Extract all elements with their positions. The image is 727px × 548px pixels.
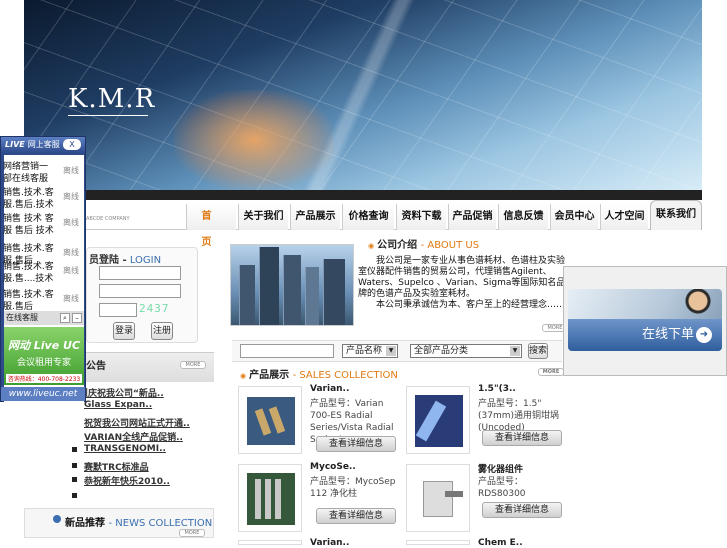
product-name[interactable]: 雾化器组件	[478, 462, 523, 475]
register-button[interactable]: 注册	[151, 322, 173, 340]
news-item[interactable]: Glass Expan..	[71, 400, 152, 410]
nav-subtitle: ABCDE COMPANY	[86, 216, 130, 222]
nav-promotion[interactable]: 产品促销	[448, 204, 496, 230]
nav-download[interactable]: 资料下载	[396, 204, 446, 230]
product-image[interactable]	[406, 386, 470, 454]
news-item[interactable]: TRANSGENOMI..	[72, 444, 166, 454]
login-box: 员登陆 - LOGIN 2437 登录 注册	[86, 247, 198, 343]
product-desc: 产品型号：MycoSep 112 净化柱	[310, 477, 396, 499]
city-photo	[230, 244, 354, 326]
chat-staff-item[interactable]: 销售 技术 客服 售后 技术 离线	[3, 213, 81, 237]
sales-more-button[interactable]: MORE	[538, 368, 564, 376]
chat-footer-link[interactable]: www.liveuc.net	[1, 387, 85, 401]
nav-feedback[interactable]: 信息反馈	[498, 204, 548, 230]
login-button[interactable]: 登录	[113, 322, 135, 340]
chat-staff-item[interactable]: 销售.技术.客服.售后 离线	[3, 289, 81, 313]
online-order-widget[interactable]: 在线下单 ➜	[563, 266, 727, 376]
product-name[interactable]: Varian..	[310, 384, 349, 394]
login-title: 员登陆 - LOGIN	[89, 255, 162, 266]
search-icon[interactable]: ⌕	[60, 313, 70, 323]
header-banner: K.M.R	[24, 0, 702, 190]
product-name[interactable]: Chem E..	[478, 538, 523, 548]
nav-home[interactable]: 首 页	[186, 204, 236, 248]
product-detail-button[interactable]: 查看详细信息	[482, 502, 562, 518]
chat-staff-item[interactable]: 网络营销一部在线客服 离线	[3, 161, 81, 185]
product-detail-button[interactable]: 查看详细信息	[316, 508, 396, 524]
product-search-bar: 产品名称 全部产品分类 搜索	[232, 340, 562, 362]
bullet-icon	[53, 515, 61, 523]
new-products-more-button[interactable]: MORE	[179, 529, 205, 537]
nav-jobs[interactable]: 人才空间	[600, 204, 648, 230]
product-detail-button[interactable]: 查看详细信息	[316, 436, 396, 452]
liveuc-ad[interactable]: 网动 Live UC 会议租用专家 咨询热线：400-708-2233	[4, 327, 84, 385]
notice-header: 公告 MORE	[74, 352, 214, 382]
search-input[interactable]	[240, 344, 334, 358]
news-item[interactable]: 祝贺我公司网站正式开通..	[72, 416, 190, 429]
agent-avatar	[674, 289, 714, 319]
company-logo: K.M.R	[68, 84, 156, 114]
about-paragraph: 我公司是一家专业从事色谱耗材、色谱柱及实验室仪器配件销售的贸易公司，代理销售Ag…	[358, 256, 566, 299]
about-header: 公司介绍 - ABOUT US	[368, 236, 564, 251]
about-text: 我公司是一家专业从事色谱耗材、色谱柱及实验室仪器配件销售的贸易公司，代理销售Ag…	[358, 256, 568, 311]
about-paragraph-2: 本公司秉承诚信为本、客户至上的经营理念……	[358, 300, 566, 310]
product-image[interactable]	[238, 540, 302, 545]
notice-title: 公告	[86, 361, 106, 372]
product-image[interactable]	[406, 540, 470, 545]
product-image[interactable]	[238, 464, 302, 532]
chat-staff-item[interactable]: 销售.技术.客服.售....技术 离线	[3, 261, 81, 285]
captcha-code: 2437	[139, 302, 170, 315]
product-name[interactable]: Varian..	[310, 538, 349, 548]
category-select[interactable]: 全部产品分类	[410, 344, 522, 358]
sales-header: 产品展示 - SALES COLLECTION MORE	[240, 366, 564, 381]
new-products-header: 新品推荐 - NEWS COLLECTION MORE	[24, 508, 214, 538]
arrow-icon[interactable]: ➜	[696, 327, 712, 343]
product-name[interactable]: MycoSe..	[310, 462, 356, 472]
chat-staff-item[interactable]: 销售.技术.客服.售后.技术 离线	[3, 187, 81, 211]
product-image[interactable]	[238, 386, 302, 454]
nav-about[interactable]: 关于我们	[238, 204, 288, 230]
nav-products[interactable]: 产品展示	[290, 204, 340, 230]
chat-toolbar: 在线客服 ⌕ –	[4, 311, 84, 325]
news-item[interactable]: 赛默TRC标准品	[72, 460, 149, 473]
minimize-icon[interactable]: –	[72, 313, 82, 323]
news-item[interactable]: 恭祝新年快乐2010..	[72, 474, 170, 487]
live-chat-widget: LIVE 网上客服 X 网络营销一部在线客服 离线 销售.技术.客服.售后.技术 离线…	[0, 136, 86, 445]
captcha-input[interactable]	[99, 303, 137, 317]
main-nav: ABCDE COMPANY 首 页 关于我们 产品展示 价格查询 资料下载 产品…	[24, 200, 702, 248]
product-desc: 产品型号：1.5"(37mm)通用铜坩埚(Uncoded)	[478, 399, 560, 433]
nav-member[interactable]: 会员中心	[550, 204, 598, 230]
product-name[interactable]: 1.5"(3..	[478, 384, 516, 394]
password-input[interactable]	[99, 284, 181, 298]
product-desc: 产品型号：RDS80300	[478, 477, 526, 499]
product-detail-button[interactable]: 查看详细信息	[482, 430, 562, 446]
notice-more-button[interactable]: MORE	[180, 361, 206, 369]
nav-contact[interactable]: 联系我们	[650, 200, 702, 230]
close-icon[interactable]: X	[63, 139, 81, 150]
news-item[interactable]: VARIAN全线产品促销..	[72, 430, 183, 443]
search-button[interactable]: 搜索	[528, 343, 548, 359]
banner-divider	[24, 190, 702, 200]
search-field-select[interactable]: 产品名称	[342, 344, 398, 358]
product-image[interactable]	[406, 464, 470, 532]
username-input[interactable]	[99, 266, 181, 280]
new-products-title: 新品推荐 - NEWS COLLECTION	[65, 518, 213, 529]
nav-price[interactable]: 价格查询	[342, 204, 394, 230]
